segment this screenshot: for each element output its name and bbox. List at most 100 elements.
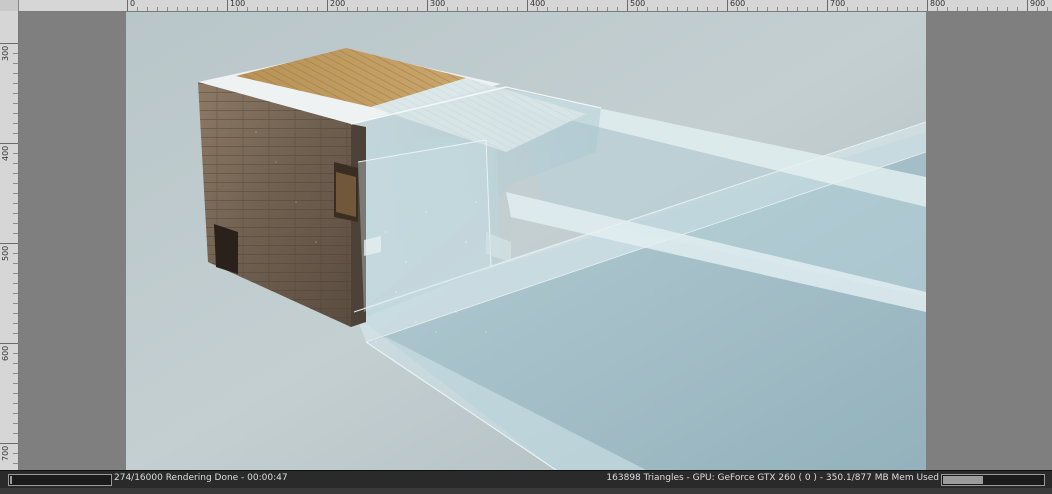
ruler-left-minor-tick [13,463,18,464]
ruler-top-minor-tick [277,7,278,11]
ruler-top-minor-tick [257,7,258,11]
ruler-top-minor-tick [167,7,168,11]
ruler-left-minor-tick [13,233,18,234]
ruler-left-minor-tick [13,53,18,54]
ruler-top-minor-tick [947,7,948,11]
ruler-top-minor-tick [407,7,408,11]
ruler-top-minor-tick [567,7,568,11]
ruler-left-minor-tick [13,303,18,304]
ruler-left-minor-tick [13,193,18,194]
ruler-top-minor-tick [397,7,398,11]
ruler-top-minor-tick [697,7,698,11]
ruler-left-minor-tick [13,213,18,214]
ruler-left-minor-tick [13,173,18,174]
ruler-top-tick [127,0,128,11]
ruler-top-minor-tick [217,7,218,11]
ruler-top-minor-tick [457,7,458,11]
ruler-top-minor-tick [1037,7,1038,11]
ruler-top-minor-tick [887,7,888,11]
ruler-top-minor-tick [367,7,368,11]
ruler-left-minor-tick [13,393,18,394]
ruler-top-tick [1027,0,1028,11]
ruler-top-minor-tick [797,7,798,11]
ruler-top-minor-tick [657,7,658,11]
ruler-top-minor-tick [757,7,758,11]
ruler-top-minor-tick [347,7,348,11]
ruler-top-minor-tick [387,7,388,11]
ruler-top-minor-tick [747,7,748,11]
ruler-left-minor-tick [13,203,18,204]
ruler-top-minor-tick [447,7,448,11]
render-info-text: 163898 Triangles - GPU: GeForce GTX 260 … [606,473,939,483]
ruler-left-minor-tick [13,123,18,124]
ruler-top-minor-tick [337,7,338,11]
ruler-top-minor-tick [357,7,358,11]
ruler-left-minor-tick [13,353,18,354]
ruler-top-minor-tick [537,7,538,11]
ruler-left-minor-tick [13,163,18,164]
ruler-left-minor-tick [13,323,18,324]
ruler-top-minor-tick [247,7,248,11]
render-progress-fill [10,476,12,484]
ruler-top-minor-tick [707,7,708,11]
ruler-left-minor-tick [13,273,18,274]
ruler-top-minor-tick [937,7,938,11]
ruler-left-minor-tick [13,293,18,294]
ruler-top-minor-tick [267,7,268,11]
ruler-top-minor-tick [807,7,808,11]
render-viewport[interactable] [19,12,1052,470]
ruler-top-tick [727,0,728,11]
ruler-top-minor-tick [637,7,638,11]
ruler-left-minor-tick [13,363,18,364]
ruler-left-minor-tick [13,453,18,454]
ruler-top-minor-tick [1007,7,1008,11]
ruler-left-minor-tick [13,253,18,254]
status-bar: 274/16000 Rendering Done - 00:00:47 1638… [0,470,1052,494]
ruler-top-minor-tick [617,7,618,11]
ruler-top-minor-tick [737,7,738,11]
render-progress-bar [8,474,112,486]
ruler-top-minor-tick [147,7,148,11]
ruler-left-label: 600 [1,345,10,361]
ruler-top-minor-tick [317,7,318,11]
ruler-left-minor-tick [13,333,18,334]
ruler-left-minor-tick [13,63,18,64]
ruler-top-minor-tick [817,7,818,11]
ruler-top-minor-tick [987,7,988,11]
ruler-top-minor-tick [577,7,578,11]
ruler-left-tick [0,343,18,344]
ruler-top-minor-tick [187,7,188,11]
ruler-top-minor-tick [417,7,418,11]
render-window: 0 100 200 300 400 500 600 700 800 900 300 400 500 60… [0,0,1052,494]
memory-usage-bar [941,474,1045,486]
ruler-left-minor-tick [13,103,18,104]
ruler-top-minor-tick [547,7,548,11]
status-strip [0,488,1052,494]
ruler-top-tick [927,0,928,11]
vertical-ruler: 300 400 500 600 700 [0,11,19,470]
ruler-left-minor-tick [13,153,18,154]
ruler-top-minor-tick [977,7,978,11]
ruler-top-minor-tick [777,7,778,11]
ruler-top-minor-tick [1017,7,1018,11]
ruler-left-minor-tick [13,263,18,264]
ruler-top-minor-tick [177,7,178,11]
ruler-left-label: 700 [1,445,10,461]
ruler-left-label: 500 [1,245,10,261]
ruler-top-minor-tick [297,7,298,11]
ruler-top-tick [827,0,828,11]
ruler-top-tick [427,0,428,11]
ruler-left-label: 400 [1,145,10,161]
ruler-left-minor-tick [13,73,18,74]
render-output-image [126,12,926,470]
ruler-left-minor-tick [13,433,18,434]
ruler-top-tick [227,0,228,11]
ruler-left-tick [0,243,18,244]
ruler-left-minor-tick [13,83,18,84]
ruler-top-minor-tick [157,7,158,11]
ruler-top-minor-tick [557,7,558,11]
ruler-top-minor-tick [877,7,878,11]
ruler-top-minor-tick [847,7,848,11]
ruler-top-minor-tick [967,7,968,11]
ruler-left-minor-tick [13,383,18,384]
